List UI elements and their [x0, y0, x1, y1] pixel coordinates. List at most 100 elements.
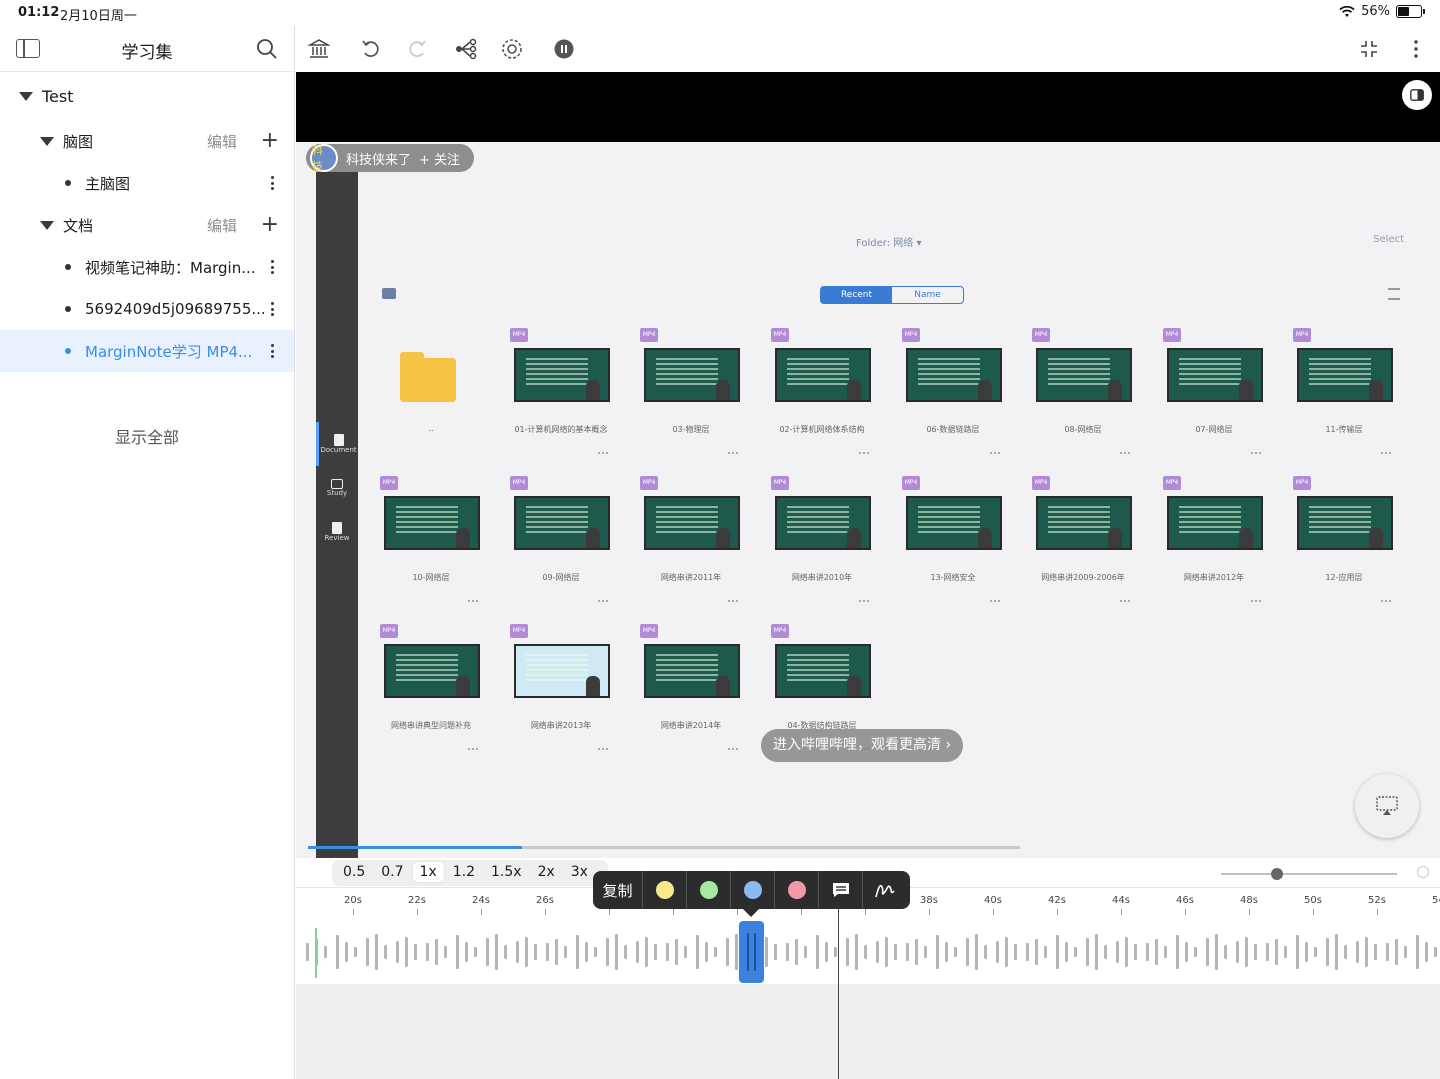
- color-yellow-button[interactable]: [643, 871, 687, 909]
- video-thumbnail: [1167, 348, 1263, 402]
- tree-item-main-mindmap[interactable]: 主脑图: [0, 162, 294, 204]
- waveform-bar: [1035, 939, 1038, 965]
- more-icon: [859, 600, 869, 602]
- redo-icon[interactable]: [404, 36, 430, 62]
- video-thumbnail: [384, 644, 480, 698]
- playhead[interactable]: [838, 908, 839, 1079]
- waveform-bar: [354, 947, 357, 957]
- segment-recent: Recent: [821, 287, 892, 303]
- screen-cast-button[interactable]: [1355, 774, 1419, 838]
- copy-button[interactable]: 复制: [593, 871, 643, 909]
- undo-icon[interactable]: [358, 36, 384, 62]
- video-file-cell: MP4 07-网络层: [1159, 328, 1269, 462]
- list-view-icon: [1388, 288, 1400, 300]
- speed-option[interactable]: 1x: [412, 862, 444, 882]
- video-progress-track[interactable]: [308, 846, 1020, 849]
- tree-root-test[interactable]: Test: [0, 75, 294, 117]
- waveform-bar: [1086, 938, 1089, 966]
- zoom-slider-knob[interactable]: [1271, 868, 1284, 880]
- waveform-bar: [345, 942, 348, 962]
- edit-button[interactable]: 编辑: [207, 215, 237, 236]
- video-file-cell: MP4 13-网络安全: [898, 476, 1008, 610]
- waveform-bar: [825, 942, 828, 962]
- speed-option[interactable]: 1.5x: [484, 862, 529, 882]
- zoom-in-icon[interactable]: [1417, 866, 1429, 878]
- more-icon[interactable]: [270, 260, 274, 274]
- more-icon[interactable]: [1403, 36, 1429, 62]
- hd-prompt-label: 进入哔哩哔哩，观看更高清: [773, 737, 941, 753]
- draw-icon[interactable]: [863, 871, 907, 909]
- mp4-badge: MP4: [1032, 328, 1050, 342]
- speed-option[interactable]: 0.5: [336, 862, 372, 882]
- timeline-tick-label: 54s: [1432, 895, 1440, 906]
- tree-item-doc-2[interactable]: 5692409d5j09689755...: [0, 288, 294, 330]
- audio-waveform[interactable]: [296, 920, 1440, 984]
- waveform-bar: [936, 935, 939, 969]
- add-icon[interactable]: +: [261, 214, 279, 236]
- add-icon[interactable]: +: [261, 130, 279, 152]
- uploader-badge[interactable]: 科 技 科技侠来了 + 关注: [306, 144, 475, 173]
- waveform-bar: [1326, 938, 1329, 966]
- follow-button[interactable]: + 关注: [419, 149, 460, 168]
- waveform-bar: [414, 944, 417, 960]
- timeline-tick-label: 44s: [1112, 895, 1130, 915]
- tree-group-documents[interactable]: 文档 编辑 +: [0, 204, 294, 246]
- waveform-bar: [516, 941, 519, 963]
- waveform-bar: [705, 942, 708, 962]
- more-icon[interactable]: [270, 302, 274, 316]
- video-file-cell: MP4 网络串讲2013年: [506, 624, 616, 758]
- waveform-bar: [585, 942, 588, 962]
- selection-handle[interactable]: [739, 921, 764, 983]
- waveform-bar: [615, 934, 618, 970]
- video-player[interactable]: Document Study Review Folder: 网络 ▾ Selec…: [296, 72, 1440, 858]
- pause-icon[interactable]: [551, 36, 577, 62]
- more-icon[interactable]: [270, 344, 274, 358]
- settings-icon[interactable]: [499, 36, 525, 62]
- library-icon[interactable]: [306, 36, 332, 62]
- video-file-label: 02-计算机网络体系结构: [779, 425, 865, 434]
- search-icon[interactable]: [256, 38, 278, 60]
- waveform-bar: [795, 939, 798, 965]
- speed-option[interactable]: 2x: [531, 862, 562, 882]
- show-all-button[interactable]: 显示全部: [0, 424, 294, 448]
- waveform-bar: [1056, 935, 1059, 969]
- timeline-zoom-slider[interactable]: [1221, 868, 1397, 880]
- mp4-badge: MP4: [902, 476, 920, 490]
- tree-item-doc-3[interactable]: MarginNote学习 MP4...: [0, 330, 294, 372]
- mp4-badge: MP4: [1032, 476, 1050, 490]
- video-file-cell: MP4 网络串讲2010年: [767, 476, 877, 610]
- color-blue-button[interactable]: [731, 871, 775, 909]
- timeline-tick-label: 38s: [920, 895, 938, 915]
- uploader-name: 科技侠来了: [346, 152, 412, 168]
- video-thumbnail: [775, 644, 871, 698]
- tree-group-mindmap[interactable]: 脑图 编辑 +: [0, 120, 294, 162]
- comment-icon[interactable]: [819, 871, 863, 909]
- color-green-button[interactable]: [687, 871, 731, 909]
- timeline-tick-label: 20s: [344, 895, 362, 915]
- more-icon[interactable]: [270, 176, 274, 190]
- collapse-icon[interactable]: [1356, 36, 1382, 62]
- recorded-select-label: Select: [1373, 234, 1404, 245]
- hd-prompt-button[interactable]: 进入哔哩哔哩，观看更高清 ›: [761, 729, 964, 762]
- collapse-triangle-icon[interactable]: [19, 91, 33, 101]
- waveform-bar: [1284, 946, 1287, 958]
- waveform-bar: [855, 934, 858, 970]
- color-red-button[interactable]: [775, 871, 819, 909]
- collapse-triangle-icon[interactable]: [40, 136, 54, 146]
- edit-button[interactable]: 编辑: [207, 131, 237, 152]
- video-file-cell: MP4 网络串讲典型问题补充: [376, 624, 486, 758]
- speed-option[interactable]: 0.7: [374, 862, 410, 882]
- panel-toggle-icon[interactable]: [1402, 80, 1432, 110]
- sidebar-header: 学习集: [0, 26, 294, 72]
- mindmap-icon[interactable]: [453, 36, 479, 62]
- collapse-triangle-icon[interactable]: [40, 220, 54, 230]
- tree-item-doc-1[interactable]: 视频笔记神助：Margin...: [0, 246, 294, 288]
- speed-option[interactable]: 3x: [564, 862, 595, 882]
- video-file-label: 网络串讲2011年: [660, 573, 722, 582]
- segment-name: Name: [914, 290, 941, 300]
- green-swatch: [699, 881, 718, 899]
- mp4-badge: MP4: [1293, 476, 1311, 490]
- wifi-icon: [1339, 5, 1355, 17]
- speed-option[interactable]: 1.2: [446, 862, 482, 882]
- video-thumbnail: [514, 644, 610, 698]
